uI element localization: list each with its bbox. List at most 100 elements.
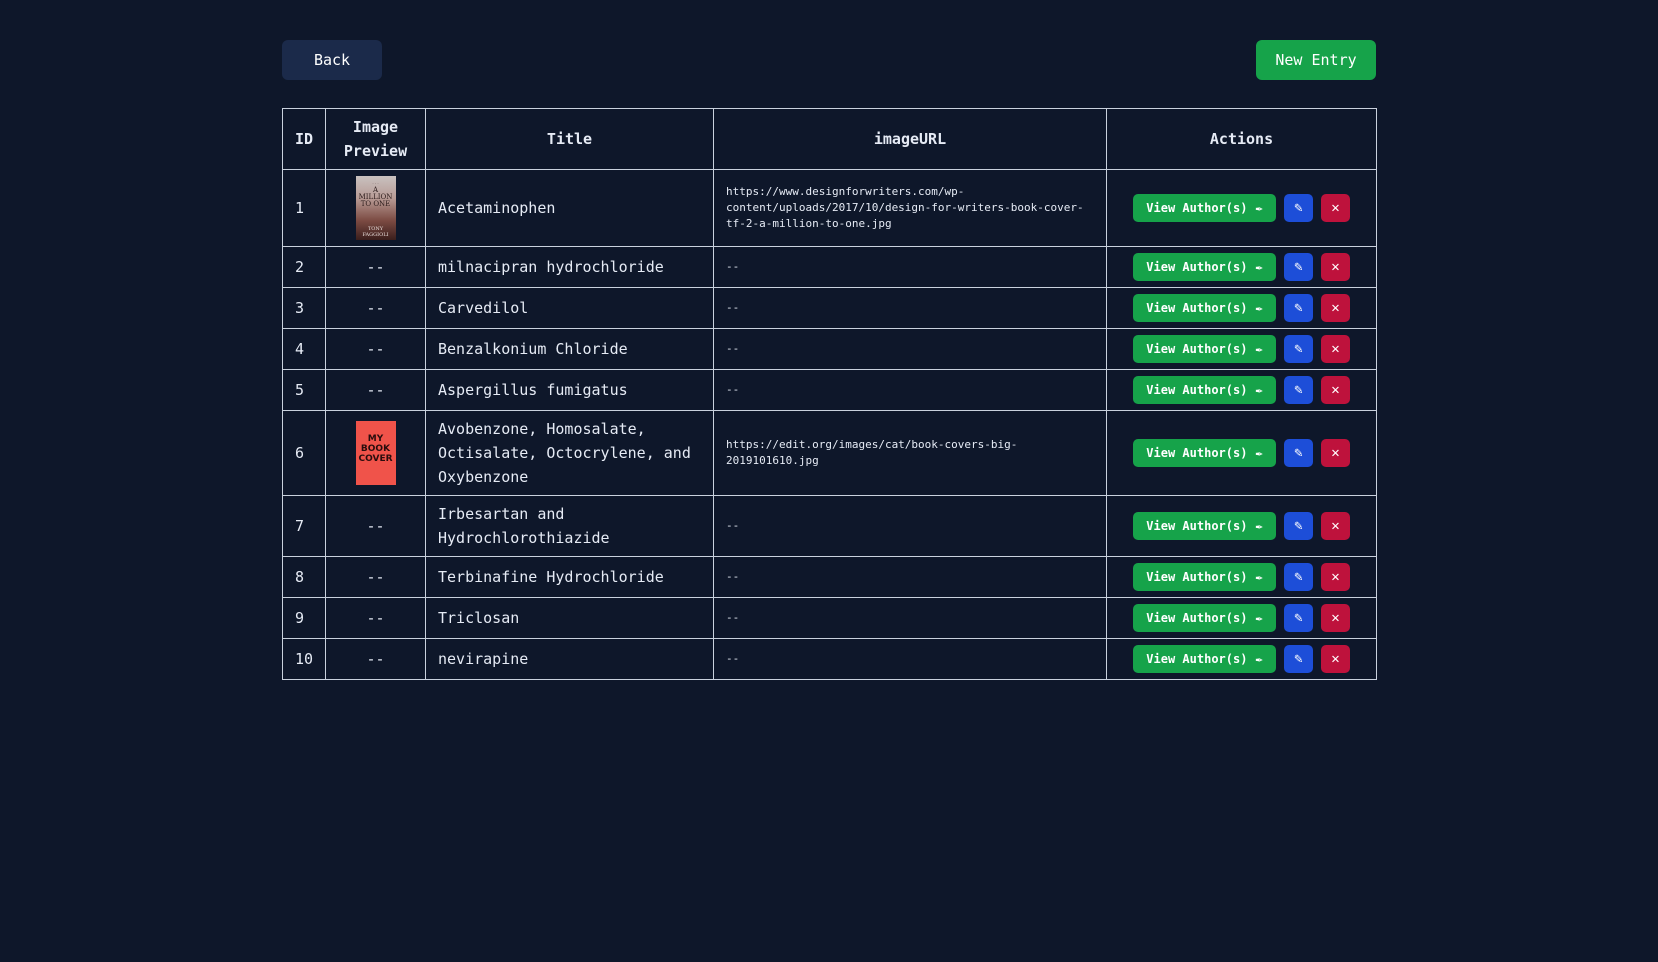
row-actions: View Author(s) ✒ ✎ ✕ bbox=[1106, 246, 1377, 288]
row-id: 5 bbox=[282, 369, 326, 411]
feather-icon: ✒ bbox=[1255, 611, 1263, 625]
data-table: ID Image Preview Title imageURL Actions … bbox=[282, 108, 1377, 680]
row-title: Irbesartan and Hydrochlorothiazide bbox=[425, 495, 714, 557]
edit-button[interactable]: ✎ bbox=[1284, 645, 1313, 673]
close-icon: ✕ bbox=[1331, 300, 1340, 316]
image-preview-cell: · · · A MILLION TO ONE TONY FAGGIOLI bbox=[325, 169, 426, 247]
view-authors-button[interactable]: View Author(s) ✒ bbox=[1133, 563, 1276, 591]
new-entry-button[interactable]: New Entry bbox=[1256, 40, 1376, 80]
view-authors-button[interactable]: View Author(s) ✒ bbox=[1133, 194, 1276, 222]
feather-icon: ✒ bbox=[1255, 519, 1263, 533]
close-icon: ✕ bbox=[1331, 651, 1340, 667]
delete-button[interactable]: ✕ bbox=[1321, 512, 1350, 540]
back-button[interactable]: Back bbox=[282, 40, 382, 80]
edit-button[interactable]: ✎ bbox=[1284, 376, 1313, 404]
row-image-url: -- bbox=[713, 495, 1107, 557]
image-preview-placeholder: -- bbox=[325, 597, 426, 639]
book-cover-image: MY BOOK COVER bbox=[355, 421, 396, 485]
table-header-row: ID Image Preview Title imageURL Actions bbox=[282, 108, 1377, 170]
close-icon: ✕ bbox=[1331, 445, 1340, 461]
table-row: 2 -- milnacipran hydrochloride -- View A… bbox=[282, 246, 1377, 288]
row-id: 4 bbox=[282, 328, 326, 370]
view-authors-button[interactable]: View Author(s) ✒ bbox=[1133, 439, 1276, 467]
view-authors-label: View Author(s) bbox=[1146, 611, 1248, 625]
view-authors-button[interactable]: View Author(s) ✒ bbox=[1133, 253, 1276, 281]
row-actions: View Author(s) ✒ ✎ ✕ bbox=[1106, 597, 1377, 639]
delete-button[interactable]: ✕ bbox=[1321, 604, 1350, 632]
row-actions: View Author(s) ✒ ✎ ✕ bbox=[1106, 410, 1377, 496]
header-image-preview-line2: Preview bbox=[343, 142, 408, 160]
close-icon: ✕ bbox=[1331, 259, 1340, 275]
edit-button[interactable]: ✎ bbox=[1284, 194, 1313, 222]
delete-button[interactable]: ✕ bbox=[1321, 194, 1350, 222]
row-image-url: -- bbox=[713, 369, 1107, 411]
edit-button[interactable]: ✎ bbox=[1284, 253, 1313, 281]
delete-button[interactable]: ✕ bbox=[1321, 294, 1350, 322]
table-row: 10 -- nevirapine -- View Author(s) ✒ ✎ ✕ bbox=[282, 638, 1377, 680]
view-authors-label: View Author(s) bbox=[1146, 519, 1248, 533]
view-authors-button[interactable]: View Author(s) ✒ bbox=[1133, 512, 1276, 540]
cover-text: COVER bbox=[358, 454, 393, 464]
edit-icon: ✎ bbox=[1294, 300, 1303, 316]
view-authors-label: View Author(s) bbox=[1146, 383, 1248, 397]
header-image-preview: Image Preview bbox=[325, 108, 426, 170]
delete-button[interactable]: ✕ bbox=[1321, 645, 1350, 673]
edit-icon: ✎ bbox=[1294, 651, 1303, 667]
cover-text: MY bbox=[367, 434, 384, 444]
close-icon: ✕ bbox=[1331, 341, 1340, 357]
row-title: Avobenzone, Homosalate, Octisalate, Octo… bbox=[425, 410, 714, 496]
feather-icon: ✒ bbox=[1255, 652, 1263, 666]
edit-button[interactable]: ✎ bbox=[1284, 563, 1313, 591]
edit-button[interactable]: ✎ bbox=[1284, 335, 1313, 363]
edit-icon: ✎ bbox=[1294, 610, 1303, 626]
row-actions: View Author(s) ✒ ✎ ✕ bbox=[1106, 556, 1377, 598]
delete-button[interactable]: ✕ bbox=[1321, 253, 1350, 281]
delete-button[interactable]: ✕ bbox=[1321, 376, 1350, 404]
book-cover-image: · · · A MILLION TO ONE TONY FAGGIOLI bbox=[355, 176, 396, 240]
feather-icon: ✒ bbox=[1255, 342, 1263, 356]
image-preview-placeholder: -- bbox=[325, 638, 426, 680]
row-title: nevirapine bbox=[425, 638, 714, 680]
header-image-preview-line1: Image bbox=[352, 118, 399, 136]
row-title: Benzalkonium Chloride bbox=[425, 328, 714, 370]
row-image-url: -- bbox=[713, 597, 1107, 639]
close-icon: ✕ bbox=[1331, 610, 1340, 626]
view-authors-button[interactable]: View Author(s) ✒ bbox=[1133, 294, 1276, 322]
view-authors-label: View Author(s) bbox=[1146, 342, 1248, 356]
view-authors-button[interactable]: View Author(s) ✒ bbox=[1133, 604, 1276, 632]
row-actions: View Author(s) ✒ ✎ ✕ bbox=[1106, 328, 1377, 370]
row-image-url: https://edit.org/images/cat/book-covers-… bbox=[713, 410, 1107, 496]
view-authors-label: View Author(s) bbox=[1146, 301, 1248, 315]
image-preview-cell: MY BOOK COVER bbox=[325, 410, 426, 496]
row-actions: View Author(s) ✒ ✎ ✕ bbox=[1106, 287, 1377, 329]
row-title: Acetaminophen bbox=[425, 169, 714, 247]
close-icon: ✕ bbox=[1331, 518, 1340, 534]
edit-button[interactable]: ✎ bbox=[1284, 294, 1313, 322]
image-preview-placeholder: -- bbox=[325, 328, 426, 370]
view-authors-button[interactable]: View Author(s) ✒ bbox=[1133, 645, 1276, 673]
header-actions: Actions bbox=[1106, 108, 1377, 170]
view-authors-label: View Author(s) bbox=[1146, 201, 1248, 215]
edit-button[interactable]: ✎ bbox=[1284, 604, 1313, 632]
edit-button[interactable]: ✎ bbox=[1284, 512, 1313, 540]
row-id: 1 bbox=[282, 169, 326, 247]
feather-icon: ✒ bbox=[1255, 301, 1263, 315]
row-title: Aspergillus fumigatus bbox=[425, 369, 714, 411]
row-id: 10 bbox=[282, 638, 326, 680]
row-title: milnacipran hydrochloride bbox=[425, 246, 714, 288]
row-id: 7 bbox=[282, 495, 326, 557]
view-authors-button[interactable]: View Author(s) ✒ bbox=[1133, 335, 1276, 363]
row-id: 8 bbox=[282, 556, 326, 598]
row-id: 9 bbox=[282, 597, 326, 639]
row-image-url: -- bbox=[713, 556, 1107, 598]
toolbar: Back New Entry bbox=[282, 40, 1376, 80]
feather-icon: ✒ bbox=[1255, 570, 1263, 584]
edit-button[interactable]: ✎ bbox=[1284, 439, 1313, 467]
edit-icon: ✎ bbox=[1294, 518, 1303, 534]
delete-button[interactable]: ✕ bbox=[1321, 563, 1350, 591]
cover-text: BOOK bbox=[360, 444, 391, 454]
edit-icon: ✎ bbox=[1294, 569, 1303, 585]
view-authors-button[interactable]: View Author(s) ✒ bbox=[1133, 376, 1276, 404]
delete-button[interactable]: ✕ bbox=[1321, 335, 1350, 363]
delete-button[interactable]: ✕ bbox=[1321, 439, 1350, 467]
